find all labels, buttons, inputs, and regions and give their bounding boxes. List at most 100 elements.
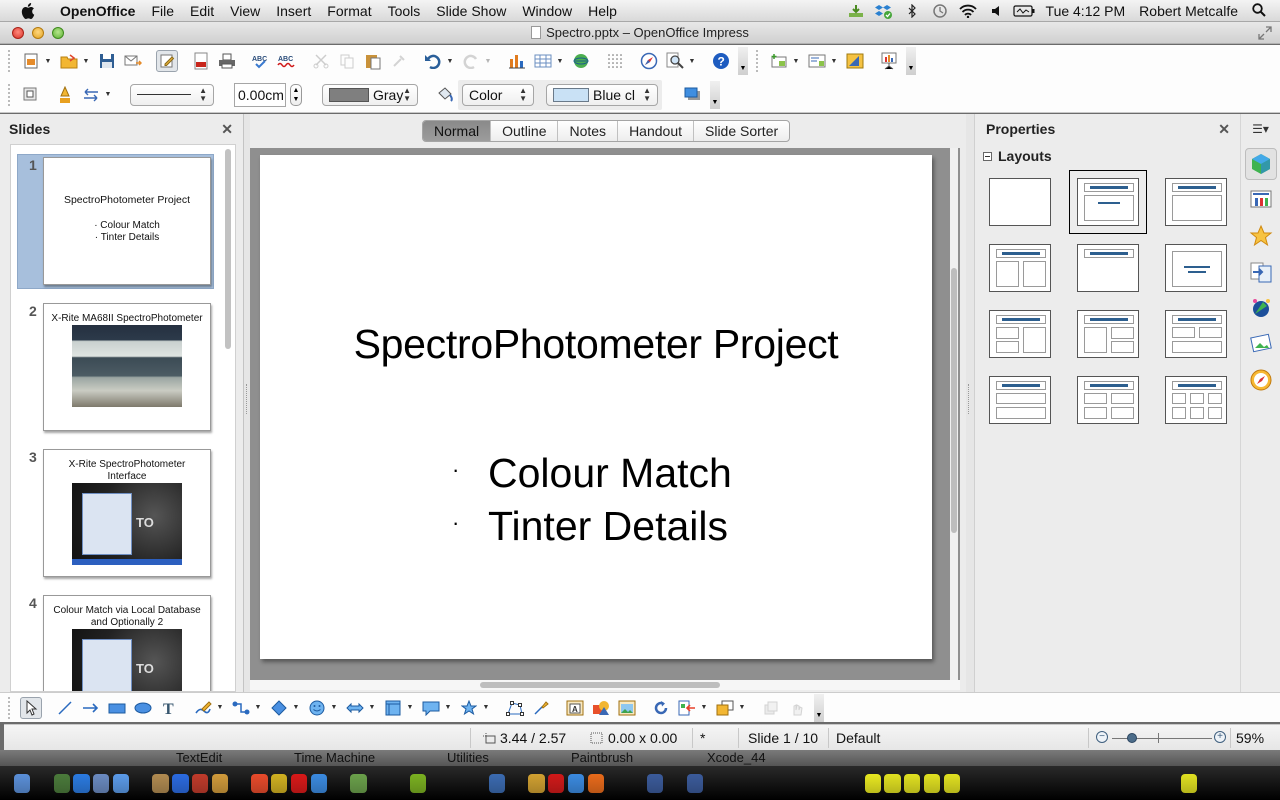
bluetooth-icon[interactable] (901, 0, 923, 22)
dropbox-icon[interactable] (873, 0, 895, 22)
flowchart-icon[interactable] (382, 697, 404, 719)
dock-app-icon[interactable] (983, 774, 999, 793)
dock-app-icon[interactable] (192, 773, 209, 793)
layout-centered-text[interactable] (1165, 244, 1227, 292)
slide-layout-icon[interactable] (806, 50, 828, 72)
edit-file-icon[interactable] (156, 50, 178, 72)
new-slide-icon[interactable] (768, 50, 790, 72)
dock-app-icon[interactable] (1023, 774, 1039, 793)
dock-app-icon[interactable] (429, 774, 445, 793)
stars-dropdown-arrow[interactable]: ▼ (482, 704, 490, 711)
zoom-dropdown-arrow[interactable]: ▼ (688, 58, 696, 65)
rotate-icon[interactable] (650, 697, 672, 719)
dock-app-icon[interactable] (785, 774, 801, 793)
fullscreen-icon[interactable] (1258, 26, 1272, 40)
dock-app-icon[interactable] (34, 774, 50, 793)
interaction-icon[interactable] (786, 697, 808, 719)
layout-title-content[interactable] (1069, 170, 1147, 234)
area-style-select[interactable]: Color ▲ ▼ (462, 83, 534, 106)
dock-label[interactable]: Time Machine (294, 750, 375, 766)
dock-app-icon[interactable] (211, 773, 229, 793)
zoom-slider[interactable]: − + (1096, 731, 1226, 745)
sidebar-menu-icon[interactable]: ☰▾ (1241, 114, 1280, 144)
dock-app-icon[interactable] (1122, 774, 1138, 793)
dock-app-icon[interactable] (845, 774, 861, 793)
dock-app-icon[interactable] (706, 774, 722, 793)
slide-design-icon[interactable] (844, 50, 866, 72)
print-icon[interactable] (216, 50, 238, 72)
dock-app-icon[interactable] (350, 773, 367, 793)
dock-app-icon[interactable] (686, 773, 703, 793)
layout-title-content-and-2-content[interactable] (1077, 310, 1139, 358)
dock-app-icon[interactable] (627, 774, 643, 793)
layout-title-6-content[interactable] (1165, 376, 1227, 424)
cut-icon[interactable] (310, 50, 332, 72)
extrusion-icon[interactable] (760, 697, 782, 719)
ellipse-tool-icon[interactable] (132, 697, 154, 719)
dock-app-icon[interactable] (923, 773, 941, 793)
flowchart-dropdown-arrow[interactable]: ▼ (406, 704, 414, 711)
menu-tools[interactable]: Tools (380, 0, 429, 22)
layout-title-2-content-over-content[interactable] (1165, 310, 1227, 358)
dock-app-icon[interactable] (1062, 774, 1078, 793)
slide-transition-icon[interactable] (1245, 256, 1277, 288)
dock-app-icon[interactable] (133, 774, 149, 793)
clone-formatting-icon[interactable] (388, 50, 410, 72)
line-tool-icon[interactable] (54, 697, 76, 719)
status-zoom-value[interactable]: 59% (1236, 725, 1264, 751)
basic-shapes-dropdown-arrow[interactable]: ▼ (292, 704, 300, 711)
dock-app-icon[interactable] (509, 774, 525, 793)
dock-app-icon[interactable] (73, 773, 90, 793)
properties-close-icon[interactable]: ✕ (1218, 121, 1230, 138)
dock-app-icon[interactable] (1201, 774, 1217, 793)
block-arrows-icon[interactable] (344, 697, 366, 719)
slide-thumbnail-4[interactable]: 4 Colour Match via Local Database and Op… (11, 583, 235, 691)
email-document-icon[interactable] (122, 50, 144, 72)
dock-app-icon[interactable] (93, 773, 110, 793)
right-splitter[interactable] (966, 114, 974, 692)
vertical-scrollbar[interactable] (950, 148, 958, 680)
freeform-curve-icon[interactable] (192, 697, 214, 719)
line-style-icon[interactable] (54, 84, 76, 106)
dock-app-icon[interactable] (943, 773, 960, 793)
arrow-style-icon[interactable] (80, 84, 102, 106)
layout-title-and-2-content[interactable] (1165, 178, 1227, 226)
block-arrows-dropdown-arrow[interactable]: ▼ (368, 704, 376, 711)
undo-dropdown-arrow[interactable]: ▼ (446, 58, 454, 65)
menu-file[interactable]: File (143, 0, 182, 22)
new-document-icon[interactable] (20, 50, 42, 72)
toolbar-overflow-button[interactable]: ▼ (738, 47, 748, 75)
scroll-thumb[interactable] (951, 268, 957, 533)
line-style-select[interactable]: ▲ ▼ (130, 83, 214, 106)
symbol-shapes-icon[interactable] (306, 697, 328, 719)
dock-app-icon[interactable] (1102, 774, 1118, 793)
layout-title-content-over-content[interactable] (989, 376, 1051, 424)
time-machine-icon[interactable] (929, 0, 951, 22)
dock-app-icon[interactable] (1240, 774, 1256, 793)
basic-shapes-icon[interactable] (268, 697, 290, 719)
curve-dropdown-arrow[interactable]: ▼ (216, 704, 224, 711)
dock-app-icon[interactable] (370, 774, 386, 793)
wifi-icon[interactable] (957, 0, 979, 22)
insert-shapes-icon[interactable] (590, 697, 612, 719)
slide-preview[interactable]: Colour Match via Local Database and Opti… (43, 595, 211, 691)
arrange-icon[interactable] (714, 697, 736, 719)
zoom-knob[interactable] (1127, 733, 1137, 743)
styles-icon[interactable] (1245, 292, 1277, 324)
properties-icon[interactable] (1244, 148, 1277, 180)
slide-layout-dropdown-arrow[interactable]: ▼ (830, 58, 838, 65)
insert-image-icon[interactable] (616, 697, 638, 719)
layout-title-4-content[interactable] (1077, 376, 1139, 424)
dock-app-icon[interactable] (172, 773, 189, 793)
dock-app-icon[interactable] (53, 773, 70, 793)
new-dropdown-arrow[interactable]: ▼ (44, 58, 52, 65)
export-pdf-icon[interactable] (190, 50, 212, 72)
line-width-spinner[interactable]: ▲ ▼ (290, 83, 302, 106)
spellcheck-icon[interactable]: ABC (250, 50, 272, 72)
arrow-line-tool-icon[interactable] (80, 697, 102, 719)
dock-app-icon[interactable] (607, 774, 623, 793)
layout-title-only[interactable] (1077, 244, 1139, 292)
toolbar-grip[interactable] (8, 50, 12, 72)
layout-title-2-content[interactable] (989, 244, 1051, 292)
slide-preview[interactable]: X-Rite MA68II SpectroPhotometer (43, 303, 211, 431)
